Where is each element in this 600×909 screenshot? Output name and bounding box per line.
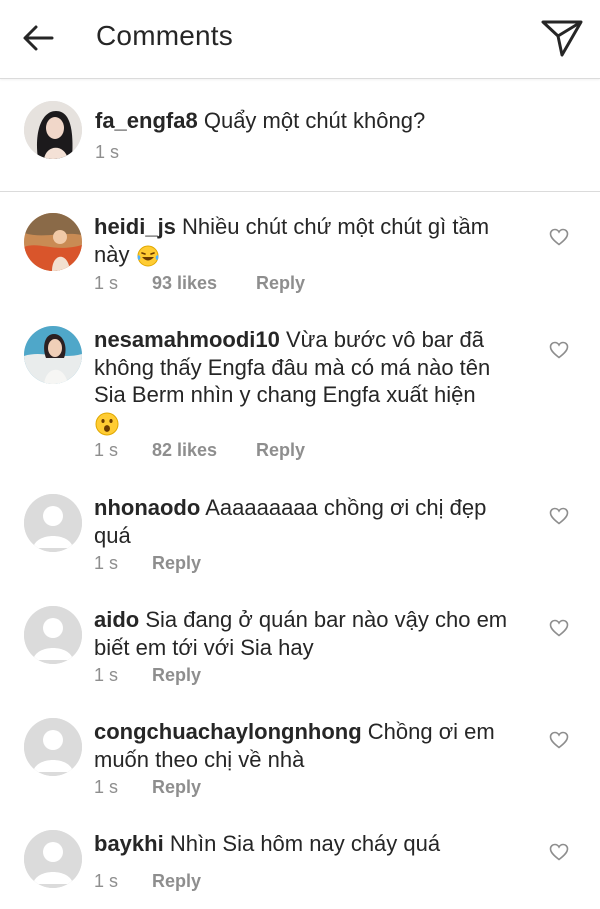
heart-icon[interactable] <box>549 843 569 861</box>
send-button[interactable] <box>538 14 586 62</box>
avatar[interactable] <box>24 213 82 271</box>
caption-username[interactable]: fa_engfa8 <box>95 108 198 133</box>
comment-timestamp: 1 s <box>94 665 119 685</box>
heart-icon[interactable] <box>549 507 569 525</box>
avatar[interactable] <box>24 101 82 159</box>
comment-username[interactable]: nesamahmoodi10 <box>94 327 280 352</box>
heart-icon[interactable] <box>549 619 569 637</box>
avatar[interactable] <box>24 718 82 776</box>
reply-button[interactable]: Reply <box>152 777 201 798</box>
comments-header: Comments <box>0 0 600 79</box>
heart-icon[interactable] <box>549 731 569 749</box>
comment-text: nesamahmoodi10 Vừa bước vô bar đã không … <box>94 326 524 437</box>
comment-text: heidi_js Nhiều chút chứ một chút gì tầm … <box>94 213 524 268</box>
comment-text: aido Sia đang ở quán bar nào vậy cho em … <box>94 606 524 661</box>
comment-username[interactable]: baykhi <box>94 831 164 856</box>
reply-button[interactable]: Reply <box>256 273 305 294</box>
reply-button[interactable]: Reply <box>152 665 201 686</box>
avatar[interactable] <box>24 494 82 552</box>
comment-username[interactable]: heidi_js <box>94 214 176 239</box>
avatar[interactable] <box>24 830 82 888</box>
heart-icon[interactable] <box>549 341 569 359</box>
reply-button[interactable]: Reply <box>152 553 201 574</box>
comment-item: heidi_js Nhiều chút chứ một chút gì tầm … <box>0 213 600 303</box>
likes-count[interactable]: 93 likes <box>152 273 217 294</box>
comment-item: aido Sia đang ở quán bar nào vậy cho em … <box>0 606 600 686</box>
comment-timestamp: 1 s <box>94 273 119 293</box>
caption-text: fa_engfa8 Quẩy một chút không? <box>95 107 565 135</box>
comment-item: congchuachaylongnhong Chồng ơi em muốn t… <box>0 718 600 798</box>
page-title: Comments <box>96 20 233 51</box>
comment-username[interactable]: aido <box>94 607 139 632</box>
comment-text: baykhi Nhìn Sia hôm nay cháy quá <box>94 830 524 858</box>
caption-body: Quẩy một chút không? <box>203 108 426 133</box>
reply-button[interactable]: Reply <box>256 440 305 461</box>
comment-username[interactable]: nhonaodo <box>94 495 200 520</box>
avatar[interactable] <box>24 326 82 384</box>
comment-item: nesamahmoodi10 Vừa bước vô bar đã không … <box>0 326 600 466</box>
comment-body: Sia đang ở quán bar nào vậy cho em biết … <box>94 607 508 660</box>
paper-plane-icon <box>541 20 583 57</box>
comment-item: nhonaodo Aaaaaaaaa chồng ơi chị đẹp quá … <box>0 494 600 574</box>
comment-username[interactable]: congchuachaylongnhong <box>94 719 362 744</box>
comment-body: Nhìn Sia hôm nay cháy quá <box>169 831 441 856</box>
comment-text: nhonaodo Aaaaaaaaa chồng ơi chị đẹp quá <box>94 494 524 549</box>
comment-item: baykhi Nhìn Sia hôm nay cháy quá 1 s Rep… <box>0 830 600 900</box>
comment-timestamp: 1 s <box>94 777 119 797</box>
comment-timestamp: 1 s <box>94 871 119 891</box>
comment-text: congchuachaylongnhong Chồng ơi em muốn t… <box>94 718 524 773</box>
likes-count[interactable]: 82 likes <box>152 440 217 461</box>
comment-timestamp: 1 s <box>94 553 119 573</box>
post-caption: fa_engfa8 Quẩy một chút không? 1 s <box>0 79 600 192</box>
arrow-left-icon <box>23 25 54 51</box>
laughing-tears-emoji <box>137 245 159 267</box>
heart-icon[interactable] <box>549 228 569 246</box>
back-button[interactable] <box>18 18 58 58</box>
caption-timestamp: 1 s <box>95 142 120 162</box>
comment-timestamp: 1 s <box>94 440 119 460</box>
reply-button[interactable]: Reply <box>152 871 201 892</box>
avatar[interactable] <box>24 606 82 664</box>
surprised-face-emoji <box>95 412 119 436</box>
